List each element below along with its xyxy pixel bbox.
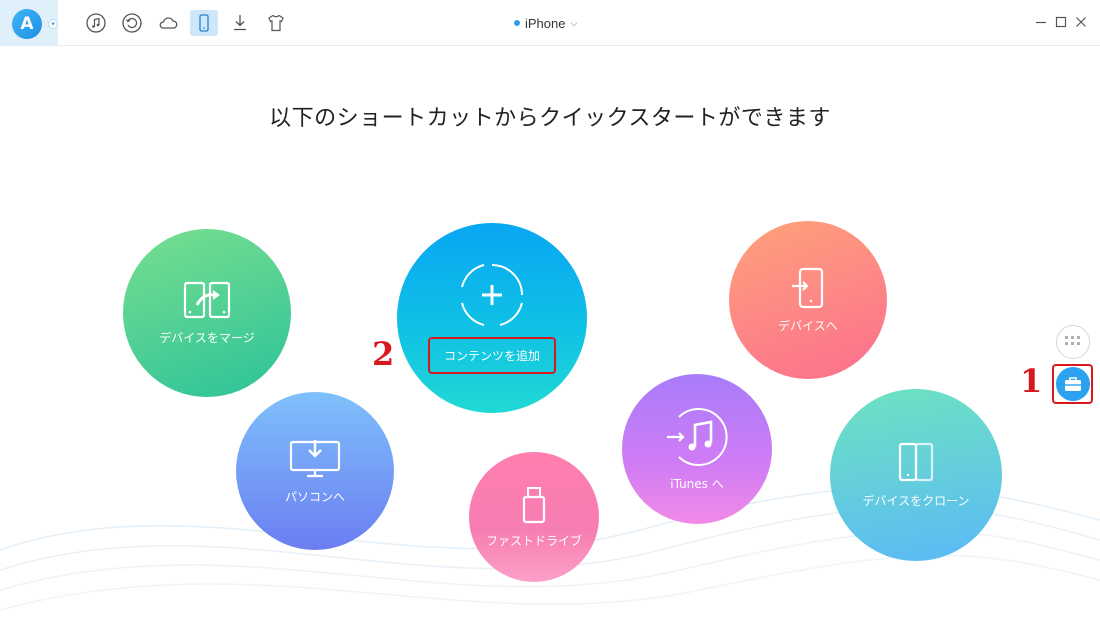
toolbar-theme-button[interactable] <box>262 10 290 36</box>
toolbar-cloud-button[interactable] <box>154 10 182 36</box>
add-content-label: コンテンツを追加 <box>427 336 556 374</box>
close-icon <box>1076 17 1086 27</box>
toolbar-device-button[interactable] <box>190 10 218 36</box>
chevron-down-icon: ⌵ <box>570 17 578 28</box>
to-device-label: デバイスへ <box>778 318 838 333</box>
phone-import-icon <box>791 267 825 309</box>
fast-drive-button[interactable]: ファストドライブ <box>469 452 599 582</box>
page-title: 以下のショートカットからクイックスタートができます <box>269 106 831 131</box>
music-icon <box>86 13 106 33</box>
clone-label: デバイスをクローン <box>862 493 970 508</box>
to-pc-label: パソコンへ <box>284 489 345 504</box>
to-itunes-label: iTunes へ <box>670 476 724 491</box>
device-name: iPhone <box>525 15 566 31</box>
close-button[interactable] <box>1073 14 1089 30</box>
device-status-dot <box>514 20 520 26</box>
title-bar: A ▾ iPhone ⌵ <box>0 0 1100 46</box>
merge-icon <box>183 281 231 321</box>
toolbar-restore-button[interactable] <box>118 10 146 36</box>
usb-drive-icon <box>521 486 547 524</box>
add-content-button[interactable]: コンテンツを追加 <box>397 223 587 413</box>
to-itunes-button[interactable]: iTunes へ <box>622 374 772 524</box>
device-icon <box>199 14 209 32</box>
itunes-icon <box>665 407 729 467</box>
add-icon <box>460 263 524 327</box>
toolbar-download-button[interactable] <box>226 10 254 36</box>
app-menu[interactable]: A ▾ <box>0 0 58 46</box>
category-view-button[interactable] <box>1056 325 1090 359</box>
step-2-marker: 2 <box>372 335 395 373</box>
to-pc-button[interactable]: パソコンへ <box>236 392 394 550</box>
restore-icon <box>122 13 142 33</box>
minimize-button[interactable] <box>1033 14 1049 30</box>
fast-drive-label: ファストドライブ <box>485 533 582 548</box>
toolkit-highlight-box <box>1052 364 1093 404</box>
tshirt-icon <box>268 14 284 32</box>
maximize-icon <box>1055 16 1067 28</box>
computer-icon <box>289 438 341 480</box>
minimize-icon <box>1036 21 1046 24</box>
download-icon <box>234 15 246 31</box>
merge-label: デバイスをマージ <box>159 330 255 345</box>
device-selector[interactable]: iPhone ⌵ <box>514 14 577 32</box>
step-1-marker: 1 <box>1020 362 1043 400</box>
merge-devices-button[interactable]: デバイスをマージ <box>123 229 291 397</box>
grid-icon <box>1065 336 1080 345</box>
app-logo[interactable]: A <box>12 9 42 39</box>
clone-icon <box>896 442 936 484</box>
maximize-button[interactable] <box>1053 14 1069 30</box>
clone-device-button[interactable]: デバイスをクローン <box>830 389 1002 561</box>
to-device-button[interactable]: デバイスへ <box>729 221 887 379</box>
cloud-icon <box>159 17 178 29</box>
app-menu-caret-icon[interactable]: ▾ <box>48 19 58 29</box>
toolbar-music-button[interactable] <box>82 10 110 36</box>
